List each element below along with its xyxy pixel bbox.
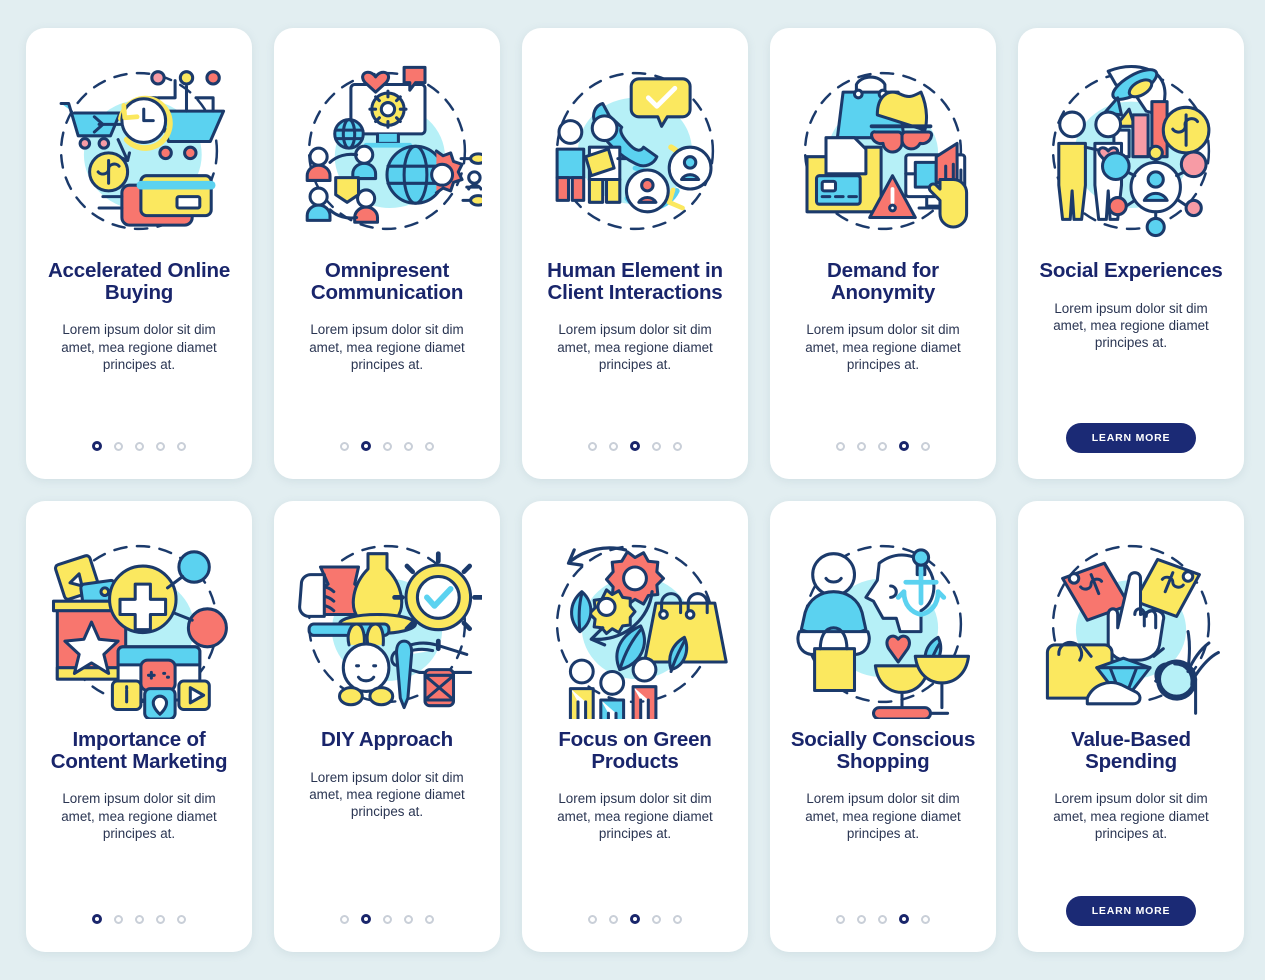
online-shopping-illustration [44, 56, 234, 246]
card-title: Human Element in Client Interactions [547, 259, 723, 304]
pagination-dot[interactable] [899, 441, 909, 451]
pagination-dot[interactable] [92, 914, 102, 924]
card-title: Value-Based Spending [1071, 728, 1191, 773]
card-body-text: Lorem ipsum dolor sit dim amet, mea regi… [557, 791, 713, 841]
card-body-text: Lorem ipsum dolor sit dim amet, mea regi… [1053, 791, 1209, 841]
pagination-dots[interactable] [92, 914, 186, 924]
pagination-dot[interactable] [156, 441, 165, 451]
onboarding-card-value-based-spending[interactable]: Value-Based Spending Lorem ipsum dolor s… [1018, 501, 1244, 952]
pagination-dot[interactable] [588, 914, 597, 924]
card-row-2: Importance of Content Marketing Lorem ip… [26, 501, 1244, 952]
card-body-text: Lorem ipsum dolor sit dim amet, mea regi… [557, 322, 713, 372]
social-network-growth-illustration [1036, 56, 1226, 246]
card-row-1: Accelerated Online Buying Lorem ipsum do… [26, 28, 1244, 479]
pagination-dot[interactable] [340, 914, 349, 924]
pagination-dots[interactable] [836, 441, 930, 451]
pagination-dots[interactable] [92, 441, 186, 451]
card-title: Social Experiences [1039, 259, 1223, 282]
onboarding-card-importance-of-content-marketing[interactable]: Importance of Content Marketing Lorem ip… [26, 501, 252, 952]
pagination-dot[interactable] [588, 441, 597, 451]
pagination-dot[interactable] [609, 914, 618, 924]
pagination-dot[interactable] [899, 914, 909, 924]
pagination-dot[interactable] [878, 441, 887, 451]
pagination-dot[interactable] [857, 441, 866, 451]
conscious-shopping-illustration [788, 529, 978, 719]
pagination-dot[interactable] [921, 914, 930, 924]
pagination-dot[interactable] [92, 441, 102, 451]
client-interaction-illustration [540, 56, 730, 246]
pagination-dot[interactable] [673, 441, 682, 451]
pagination-dot[interactable] [361, 441, 371, 451]
card-title: Focus on Green Products [558, 728, 712, 773]
onboarding-card-demand-for-anonymity[interactable]: Demand for Anonymity Lorem ipsum dolor s… [770, 28, 996, 479]
pagination-dot[interactable] [404, 914, 413, 924]
pagination-dot[interactable] [609, 441, 618, 451]
card-title: Demand for Anonymity [827, 259, 939, 304]
pagination-dot[interactable] [652, 441, 661, 451]
onboarding-card-diy-approach[interactable]: DIY Approach Lorem ipsum dolor sit dim a… [274, 501, 500, 952]
card-title: Socially Conscious Shopping [790, 728, 976, 773]
card-body-text: Lorem ipsum dolor sit dim amet, mea regi… [309, 322, 465, 372]
pagination-dot[interactable] [361, 914, 371, 924]
card-body-text: Lorem ipsum dolor sit dim amet, mea regi… [61, 322, 217, 372]
learn-more-button[interactable]: LEARN MORE [1065, 896, 1197, 926]
card-title: DIY Approach [320, 728, 453, 751]
card-title: Omnipresent Communication [310, 259, 464, 304]
green-products-illustration [540, 529, 730, 719]
onboarding-card-accelerated-online-buying[interactable]: Accelerated Online Buying Lorem ipsum do… [26, 28, 252, 479]
diy-crafts-illustration [292, 529, 482, 719]
pagination-dot[interactable] [878, 914, 887, 924]
value-spending-illustration [1036, 529, 1226, 719]
card-body-text: Lorem ipsum dolor sit dim amet, mea regi… [805, 322, 961, 372]
onboarding-card-omnipresent-communication[interactable]: Omnipresent Communication Lorem ipsum do… [274, 28, 500, 479]
global-communication-illustration [292, 56, 482, 246]
pagination-dot[interactable] [630, 441, 640, 451]
pagination-dot[interactable] [135, 914, 144, 924]
pagination-dot[interactable] [383, 441, 392, 451]
pagination-dot[interactable] [836, 914, 845, 924]
pagination-dot[interactable] [177, 441, 186, 451]
pagination-dot[interactable] [425, 441, 434, 451]
onboarding-card-socially-conscious-shopping[interactable]: Socially Conscious Shopping Lorem ipsum … [770, 501, 996, 952]
pagination-dots[interactable] [340, 914, 434, 924]
pagination-dots[interactable] [588, 441, 682, 451]
pagination-dot[interactable] [177, 914, 186, 924]
pagination-dot[interactable] [135, 441, 144, 451]
pagination-dot[interactable] [114, 441, 123, 451]
pagination-dot[interactable] [114, 914, 123, 924]
onboarding-card-focus-on-green-products[interactable]: Focus on Green Products Lorem ipsum dolo… [522, 501, 748, 952]
pagination-dots[interactable] [340, 441, 434, 451]
pagination-dot[interactable] [836, 441, 845, 451]
pagination-dot[interactable] [857, 914, 866, 924]
pagination-dot[interactable] [156, 914, 165, 924]
pagination-dot[interactable] [404, 441, 413, 451]
pagination-dot[interactable] [630, 914, 640, 924]
pagination-dot[interactable] [673, 914, 682, 924]
card-body-text: Lorem ipsum dolor sit dim amet, mea regi… [309, 769, 465, 820]
anonymity-privacy-illustration [788, 56, 978, 246]
content-marketing-illustration [44, 529, 234, 719]
learn-more-button[interactable]: LEARN MORE [1065, 423, 1197, 453]
onboarding-card-social-experiences[interactable]: Social Experiences Lorem ipsum dolor sit… [1018, 28, 1244, 479]
pagination-dots[interactable] [836, 914, 930, 924]
pagination-dots[interactable] [588, 914, 682, 924]
pagination-dot[interactable] [383, 914, 392, 924]
pagination-dot[interactable] [340, 441, 349, 451]
card-title: Importance of Content Marketing [50, 728, 228, 773]
onboarding-screens-board: Accelerated Online Buying Lorem ipsum do… [0, 0, 1265, 980]
card-title: Accelerated Online Buying [47, 259, 231, 304]
card-body-text: Lorem ipsum dolor sit dim amet, mea regi… [61, 791, 217, 841]
card-body-text: Lorem ipsum dolor sit dim amet, mea regi… [1053, 300, 1209, 351]
pagination-dot[interactable] [921, 441, 930, 451]
pagination-dot[interactable] [652, 914, 661, 924]
card-body-text: Lorem ipsum dolor sit dim amet, mea regi… [805, 791, 961, 841]
onboarding-card-human-element-in-client-interactions[interactable]: Human Element in Client Interactions Lor… [522, 28, 748, 479]
pagination-dot[interactable] [425, 914, 434, 924]
